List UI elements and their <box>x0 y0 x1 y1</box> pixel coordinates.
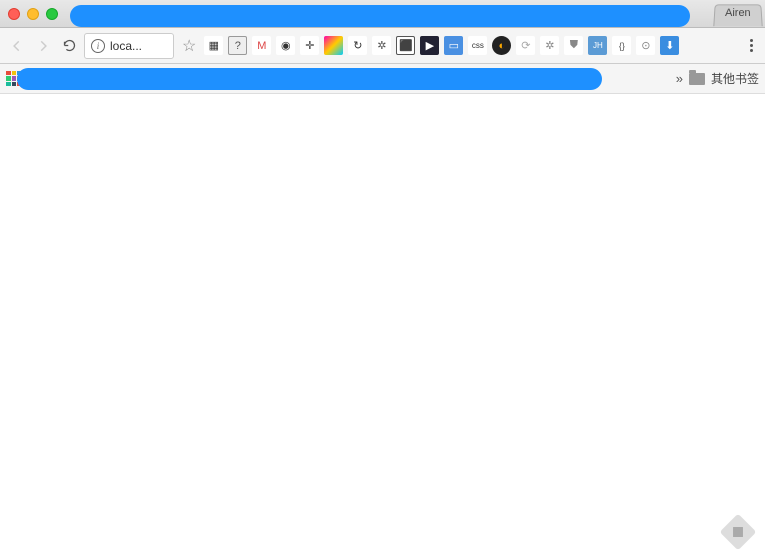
tab-strip: Airen <box>68 0 757 27</box>
extension-dropbox-icon[interactable]: ⬇ <box>660 36 679 55</box>
extension-jh-icon[interactable]: JH <box>588 36 607 55</box>
browser-menu-button[interactable] <box>743 39 759 52</box>
extension-color-picker-icon[interactable]: ◉ <box>276 36 295 55</box>
maximize-window-button[interactable] <box>46 8 58 20</box>
address-bar[interactable]: i loca... <box>84 33 174 59</box>
active-tab[interactable] <box>70 5 690 27</box>
extension-qr-code-icon[interactable]: ▦ <box>204 36 223 55</box>
extension-gradient-icon[interactable] <box>324 36 343 55</box>
extension-braces-icon[interactable]: {} <box>612 36 631 55</box>
extension-gmail-icon[interactable]: M <box>252 36 271 55</box>
extension-shield-icon[interactable]: ⛊ <box>564 36 583 55</box>
extension-dark-circle-icon[interactable]: ◐ <box>492 36 511 55</box>
extension-tag-icon[interactable]: ⬛ <box>396 36 415 55</box>
back-button[interactable] <box>6 35 28 57</box>
extension-folder-ext-icon[interactable]: ▭ <box>444 36 463 55</box>
extension-refresh-ext-icon[interactable]: ↻ <box>348 36 367 55</box>
window-titlebar: Airen <box>0 0 765 28</box>
browser-toolbar: i loca... ☆ ▦? M ◉ ✛ ↻ ✲ ⬛ ▶ ▭ css ◐ ⟳ ✲ ⛊ JH {} ⊙ ⬇ <box>0 28 765 64</box>
page-content <box>0 94 765 559</box>
bookmarks-overflow-button[interactable]: » <box>676 71 683 86</box>
extension-css-icon[interactable]: css <box>468 36 487 55</box>
forward-button[interactable] <box>32 35 54 57</box>
bookmark-star-icon[interactable]: ☆ <box>182 36 196 56</box>
extension-crosshair-icon[interactable]: ✛ <box>300 36 319 55</box>
extension-toggle-icon[interactable]: ⊙ <box>636 36 655 55</box>
site-info-icon[interactable]: i <box>91 39 105 53</box>
close-window-button[interactable] <box>8 8 20 20</box>
extension-help-icon[interactable]: ? <box>228 36 247 55</box>
url-text: loca... <box>110 39 142 53</box>
traffic-lights <box>8 8 58 20</box>
other-bookmarks-button[interactable]: 其他书签 <box>711 70 759 87</box>
extension-chain-icon[interactable]: ⟳ <box>516 36 535 55</box>
extension-gear-icon[interactable]: ✲ <box>372 36 391 55</box>
bookmarks-bar: » 其他书签 <box>0 64 765 94</box>
extension-devtools-icon[interactable]: ▶ <box>420 36 439 55</box>
extensions-row: ▦? M ◉ ✛ ↻ ✲ ⬛ ▶ ▭ css ◐ ⟳ ✲ ⛊ JH {} ⊙ ⬇ <box>204 36 737 55</box>
inactive-tab[interactable]: Airen <box>714 4 763 26</box>
bookmarks-highlight <box>17 68 602 90</box>
folder-icon <box>689 73 705 85</box>
corner-badge-icon[interactable] <box>720 514 757 551</box>
minimize-window-button[interactable] <box>27 8 39 20</box>
reload-button[interactable] <box>58 35 80 57</box>
extension-atom-icon[interactable]: ✲ <box>540 36 559 55</box>
